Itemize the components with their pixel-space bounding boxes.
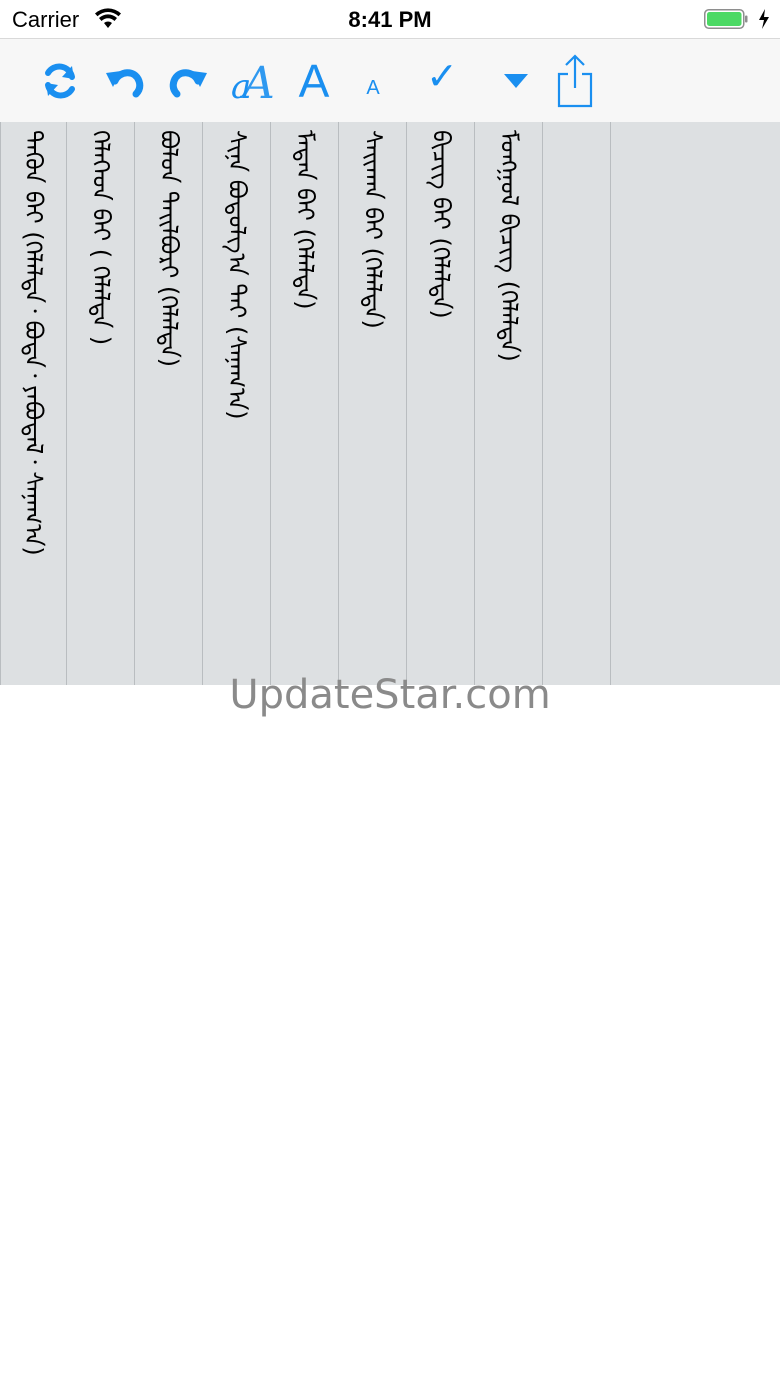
dropdown-arrow-icon xyxy=(504,73,528,88)
font-style-icon: a A xyxy=(231,58,275,104)
column-text: ᠰᠠᠢᠬᠠᠨ ᠪᠠᠢ (ᠬᠡᠯᠡᠯᠲᠡ) xyxy=(359,130,387,329)
increase-font-label: A xyxy=(298,54,330,107)
column-text: ᠮᠣᠩᠭᠣᠯ ᠪᠢᠴᠢᠭ (ᠬᠡᠯᠡᠯᠲᠡ) xyxy=(495,130,523,362)
text-column[interactable]: ᠰᠢᠨᠡ ᠪᠣᠳᠤᠯᠭ᠎ᠠ ᠲᠠᠢ (ᠰᠠᠨᠠᠭ᠎ᠠ) xyxy=(204,122,271,685)
decrease-font-label: A xyxy=(366,76,380,99)
text-column-empty[interactable] xyxy=(544,122,611,685)
text-column[interactable]: ᠪᠢᠴᠢᠭ ᠪᠠᠢ (ᠬᠡᠯᠡᠯᠲᠡ) xyxy=(408,122,475,685)
watermark: UpdateStar.com xyxy=(229,672,551,718)
share-button[interactable] xyxy=(552,39,598,122)
toolbar: a A A A ✓ xyxy=(0,38,780,123)
undo-icon xyxy=(106,68,144,97)
charging-icon xyxy=(759,9,769,29)
text-column[interactable]: ᠲᠡᠭᠦᠨ ᠪᠠᠢ (ᠬᠡᠯᠡᠯᠲᠡ᠂ ᠪᠣᠳᠠ᠂ ᠶᠠᠪᠤᠳᠠᠯ᠂ ᠰᠠᠨᠠᠭ… xyxy=(0,122,67,685)
undo-button[interactable] xyxy=(101,39,149,122)
redo-button[interactable] xyxy=(164,39,212,122)
decrease-font-button[interactable]: A xyxy=(358,39,388,122)
status-time: 8:41 PM xyxy=(348,7,432,32)
refresh-button[interactable] xyxy=(36,39,84,122)
text-column[interactable]: ᠬᠡᠯᠡᠭᠡᠳ ᠪᠠᠢ ( ᠬᠡᠯᠡᠯᠲᠡ ) xyxy=(68,122,135,685)
share-icon xyxy=(557,53,593,107)
column-text: ᠰᠢᠨᠡ ᠪᠣᠳᠤᠯᠭ᠎ᠠ ᠲᠠᠢ (ᠰᠠᠨᠠᠭ᠎ᠠ) xyxy=(223,130,251,420)
increase-font-button[interactable]: A xyxy=(292,39,336,122)
column-text: ᠲᠡᠭᠦᠨ ᠪᠠᠢ (ᠬᠡᠯᠡᠯᠲᠡ᠂ ᠪᠣᠳᠠ᠂ ᠶᠠᠪᠤᠳᠠᠯ᠂ ᠰᠠᠨᠠᠭ… xyxy=(19,130,48,556)
svg-text:A: A xyxy=(239,58,275,104)
column-text: ᠪᠣᠯᠤᠨ ᠲᠠᠢᠯᠪᠤᠷᠢ (ᠬᠡᠯᠡᠯᠲᠡ) xyxy=(155,130,183,368)
text-column[interactable]: ᠮᠣᠩᠭᠣᠯ ᠪᠢᠴᠢᠭ (ᠬᠡᠯᠡᠯᠲᠡ) xyxy=(476,122,543,685)
status-bar: Carrier 8:41 PM xyxy=(0,0,780,38)
battery-icon xyxy=(704,9,748,29)
checkmark-icon: ✓ xyxy=(426,55,458,98)
text-column[interactable]: ᠰᠠᠢᠬᠠᠨ ᠪᠠᠢ (ᠬᠡᠯᠡᠯᠲᠡ) xyxy=(340,122,407,685)
confirm-button[interactable]: ✓ xyxy=(420,39,464,122)
column-text: ᠪᠢᠴᠢᠭ ᠪᠠᠢ (ᠬᠡᠯᠡᠯᠲᠡ) xyxy=(427,130,455,319)
font-style-button[interactable]: a A xyxy=(228,39,276,122)
column-text: ᠮᠡᠳᠡᠨ ᠪᠠᠢ (ᠬᠡᠯᠡᠯᠲᠡ) xyxy=(291,130,319,310)
text-column[interactable]: ᠮᠡᠳᠡᠨ ᠪᠠᠢ (ᠬᠡᠯᠡᠯᠲᠡ) xyxy=(272,122,339,685)
text-column[interactable]: ᠪᠣᠯᠤᠨ ᠲᠠᠢᠯᠪᠤᠷᠢ (ᠬᠡᠯᠡᠯᠲᠡ) xyxy=(136,122,203,685)
refresh-icon xyxy=(45,63,75,98)
dropdown-button[interactable] xyxy=(496,39,536,122)
column-text: ᠬᠡᠯᠡᠭᠡᠳ ᠪᠠᠢ ( ᠬᠡᠯᠡᠯᠲᠡ ) xyxy=(87,130,115,346)
vertical-text-grid: ᠲᠡᠭᠦᠨ ᠪᠠᠢ (ᠬᠡᠯᠡᠯᠲᠡ᠂ ᠪᠣᠳᠠ᠂ ᠶᠠᠪᠤᠳᠠᠯ᠂ ᠰᠠᠨᠠᠭ… xyxy=(0,122,780,685)
redo-icon xyxy=(169,68,207,97)
